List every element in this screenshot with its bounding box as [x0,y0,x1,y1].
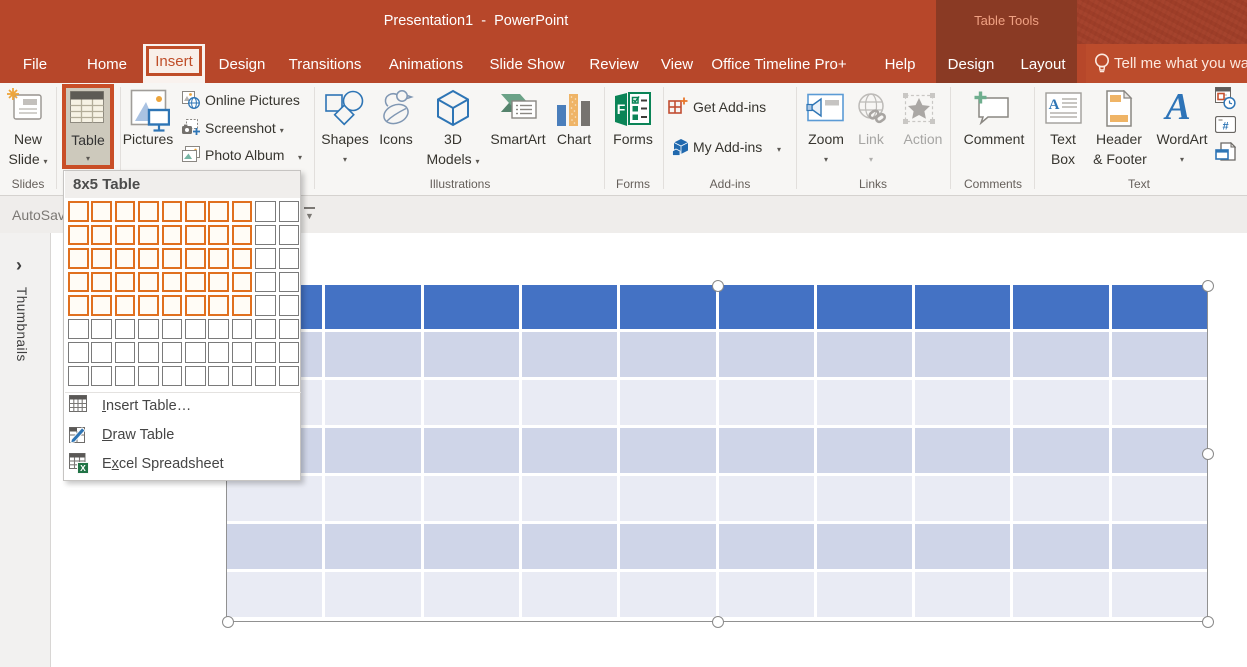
svg-text:A: A [1163,89,1190,122]
svg-text:X: X [80,463,86,473]
svg-text:A: A [1049,97,1060,113]
svg-text:F: F [617,101,626,117]
svg-text:#: # [1222,121,1228,133]
